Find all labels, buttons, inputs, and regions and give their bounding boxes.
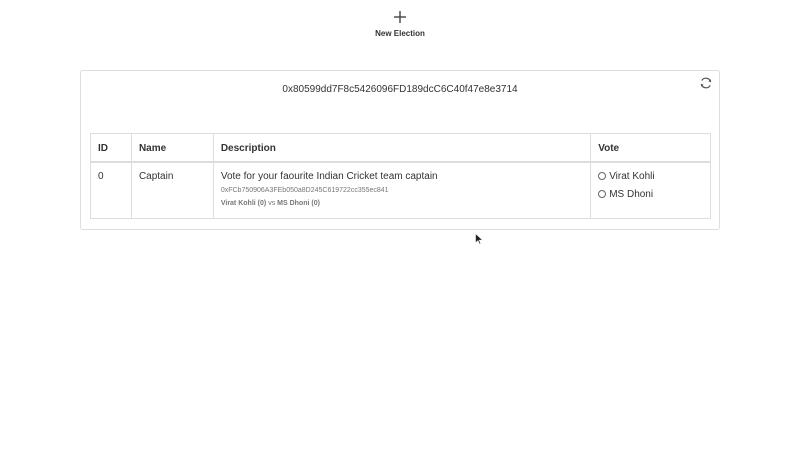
contract-address: 0x80599dd7F8c5426096FD189dcC6C40f47e8e37… <box>282 84 518 95</box>
header-id: ID <box>90 133 132 162</box>
header-name: Name <box>130 133 214 162</box>
cell-description: Vote for your faourite Indian Cricket te… <box>212 161 592 219</box>
cell-vote: Virat Kohli MS Dhoni <box>590 161 711 219</box>
table-header-row: ID Name Description Vote <box>90 133 711 162</box>
cell-id: 0 <box>90 161 132 219</box>
tally-count-2: (0) <box>311 199 320 207</box>
plus-icon <box>394 11 406 23</box>
header-description: Description <box>212 133 592 162</box>
radio-virat-kohli[interactable] <box>598 172 607 180</box>
radio-ms-dhoni[interactable] <box>598 190 607 198</box>
cell-name: Captain <box>130 161 214 219</box>
vote-option-ms-dhoni[interactable]: MS Dhoni <box>598 189 703 200</box>
vote-tally: Virat Kohli (0) vs MS Dhoni (0) <box>221 200 583 207</box>
tally-candidate-2: MS Dhoni <box>277 199 310 207</box>
vote-option-label: MS Dhoni <box>609 188 654 200</box>
vote-option-label: Virat Kohli <box>609 170 655 182</box>
election-description: Vote for your faourite Indian Cricket te… <box>220 170 438 182</box>
new-election-label: New Election <box>375 29 425 38</box>
election-card: 0x80599dd7F8c5426096FD189dcC6C40f47e8e37… <box>80 70 720 230</box>
new-election-button[interactable]: New Election <box>0 8 800 38</box>
table-row: 0 Captain Vote for your faourite Indian … <box>90 161 711 219</box>
header-vote: Vote <box>590 133 711 162</box>
vote-option-virat-kohli[interactable]: Virat Kohli <box>598 171 703 182</box>
tally-candidate-1: Virat Kohli <box>220 199 256 207</box>
tally-count-1: (0) <box>257 199 267 207</box>
refresh-icon[interactable] <box>699 76 713 90</box>
tally-vs: vs <box>268 199 276 207</box>
elections-table: ID Name Description Vote 0 Captain Vote … <box>90 133 711 219</box>
election-contract-address: 0xFCb750906A3FEb050a8D245C619722cc355ec8… <box>220 186 389 194</box>
mouse-cursor-icon <box>475 233 483 245</box>
